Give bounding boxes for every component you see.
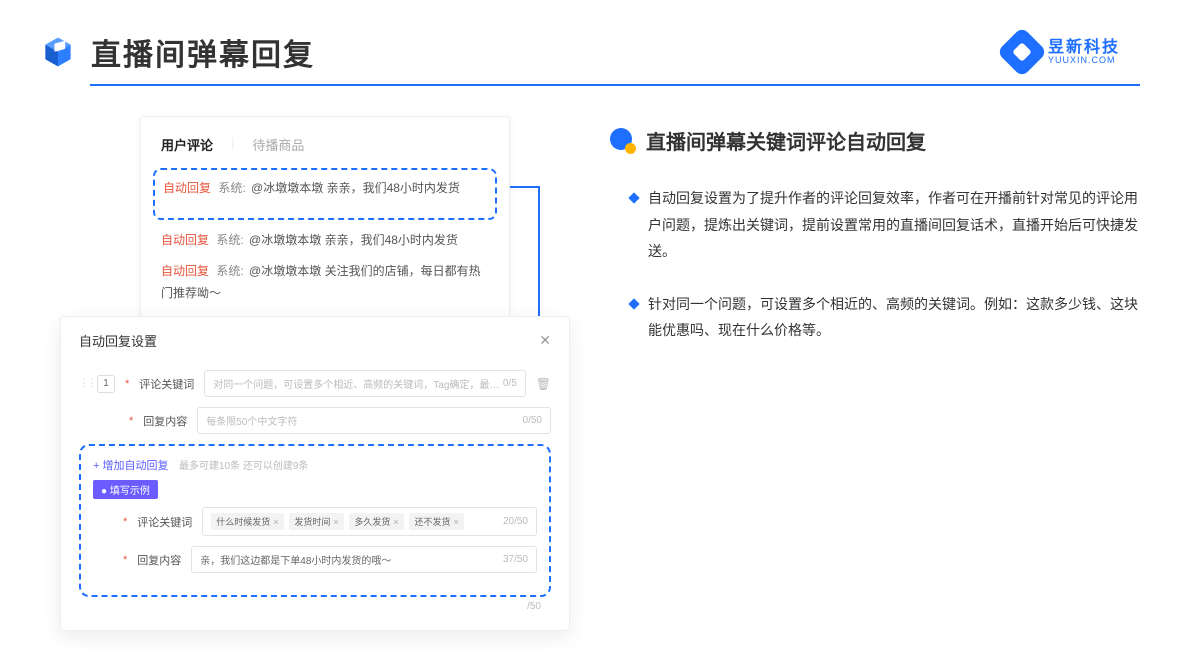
page-title: 直播间弹幕回复 bbox=[91, 30, 315, 74]
required-star-icon: * bbox=[123, 554, 127, 566]
example-content-text: 亲，我们这边都是下单48小时内发货的哦～ bbox=[200, 552, 391, 567]
tab-pending-goods[interactable]: 待播商品 bbox=[252, 135, 304, 154]
auto-reply-badge: 自动回复 bbox=[163, 181, 211, 195]
logo-cube-icon bbox=[40, 34, 76, 70]
bullet-text: 针对同一个问题，可设置多个相近的、高频的关键词。例如：这款多少钱、这块能优惠吗、… bbox=[648, 291, 1140, 344]
auto-reply-badge: 自动回复 bbox=[161, 264, 209, 278]
example-content-row: * 回复内容 亲，我们这边都是下单48小时内发货的哦～ 37/50 bbox=[93, 546, 537, 573]
content-form-row: * 回复内容 每条限50个中文字符 0/50 bbox=[79, 407, 551, 434]
comments-panel: 用户评论 | 待播商品 自动回复 系统: @冰墩墩本墩 亲亲，我们48小时内发货… bbox=[140, 116, 510, 335]
trash-icon[interactable]: 🗑 bbox=[536, 377, 551, 391]
section-title: 直播间弹幕关键词评论自动回复 bbox=[646, 126, 926, 155]
tag-remove-icon[interactable]: × bbox=[273, 517, 278, 527]
close-icon[interactable]: ✕ bbox=[539, 332, 551, 349]
keyword-label: 评论关键词 bbox=[139, 376, 194, 392]
keyword-label: 评论关键词 bbox=[137, 514, 192, 530]
tab-separator: | bbox=[231, 135, 234, 154]
example-keyword-row: * 评论关键词 什么时候发货× 发货时间× 多久发货× 还不发货× 20/50 bbox=[93, 507, 537, 536]
diamond-bullet-icon bbox=[628, 298, 639, 309]
add-auto-reply-link[interactable]: + 增加自动回复 bbox=[93, 460, 168, 472]
settings-title: 自动回复设置 bbox=[79, 331, 157, 350]
bullet-item: 针对同一个问题，可设置多个相近的、高频的关键词。例如：这款多少钱、这块能优惠吗、… bbox=[630, 291, 1140, 344]
tab-user-comments[interactable]: 用户评论 bbox=[161, 135, 213, 154]
example-keyword-counter: 20/50 bbox=[503, 516, 528, 527]
content-input[interactable]: 每条限50个中文字符 0/50 bbox=[197, 407, 551, 434]
add-hint: 最多可建10条 还可以创建9条 bbox=[179, 461, 308, 472]
system-label: 系统: bbox=[218, 181, 245, 195]
keyword-tag[interactable]: 多久发货× bbox=[349, 513, 403, 530]
auto-reply-badge: 自动回复 bbox=[161, 233, 209, 247]
required-star-icon: * bbox=[129, 415, 133, 427]
bubble-icon bbox=[610, 128, 636, 154]
brand-logo: 昱新科技 YUUXIN.COM bbox=[1004, 34, 1120, 70]
content-placeholder: 每条限50个中文字符 bbox=[206, 413, 297, 428]
brand-icon bbox=[997, 27, 1048, 78]
content-counter: 0/50 bbox=[523, 415, 542, 426]
keyword-input[interactable]: 对同一个问题，可设置多个相近、高频的关键词，Tag确定，最多5个 0/5 bbox=[204, 370, 525, 397]
brand-name-en: YUUXIN.COM bbox=[1048, 56, 1120, 65]
comment-text: @冰墩墩本墩 亲亲，我们48小时内发货 bbox=[251, 181, 460, 195]
keyword-tag[interactable]: 什么时候发货× bbox=[211, 513, 283, 530]
bullet-item: 自动回复设置为了提升作者的评论回复效率，作者可在开播前针对常见的评论用户问题，提… bbox=[630, 185, 1140, 265]
keyword-tag[interactable]: 发货时间× bbox=[289, 513, 343, 530]
example-content-input[interactable]: 亲，我们这边都是下单48小时内发货的哦～ 37/50 bbox=[191, 546, 537, 573]
required-star-icon: * bbox=[125, 378, 129, 390]
diamond-bullet-icon bbox=[628, 192, 639, 203]
section-heading: 直播间弹幕关键词评论自动回复 bbox=[610, 126, 1140, 155]
row-number: 1 bbox=[97, 375, 115, 393]
highlighted-comment-row: 自动回复 系统: @冰墩墩本墩 亲亲，我们48小时内发货 bbox=[153, 168, 497, 220]
bullet-text: 自动回复设置为了提升作者的评论回复效率，作者可在开播前针对常见的评论用户问题，提… bbox=[648, 185, 1140, 265]
comment-text: @冰墩墩本墩 亲亲，我们48小时内发货 bbox=[249, 233, 458, 247]
drag-handle-icon[interactable]: ⋮⋮ bbox=[79, 379, 87, 389]
keyword-placeholder: 对同一个问题，可设置多个相近、高频的关键词，Tag确定，最多5个 bbox=[213, 376, 503, 391]
system-label: 系统: bbox=[216, 233, 243, 247]
system-label: 系统: bbox=[216, 264, 243, 278]
auto-reply-settings-panel: 自动回复设置 ✕ ⋮⋮ 1 * 评论关键词 对同一个问题，可设置多个相近、高频的… bbox=[60, 316, 570, 631]
connector-line bbox=[510, 186, 540, 188]
keyword-form-row: ⋮⋮ 1 * 评论关键词 对同一个问题，可设置多个相近、高频的关键词，Tag确定… bbox=[79, 370, 551, 397]
content-label: 回复内容 bbox=[137, 552, 181, 568]
example-keyword-input[interactable]: 什么时候发货× 发货时间× 多久发货× 还不发货× 20/50 bbox=[202, 507, 537, 536]
brand-name-cn: 昱新科技 bbox=[1048, 40, 1120, 56]
tag-remove-icon[interactable]: × bbox=[393, 517, 398, 527]
comment-row: 自动回复 系统: @冰墩墩本墩 关注我们的店铺，每日都有热门推荐呦～ bbox=[161, 261, 489, 304]
tag-remove-icon[interactable]: × bbox=[453, 517, 458, 527]
required-star-icon: * bbox=[123, 516, 127, 528]
keyword-tag[interactable]: 还不发货× bbox=[409, 513, 463, 530]
comment-row: 自动回复 系统: @冰墩墩本墩 亲亲，我们48小时内发货 bbox=[163, 178, 487, 200]
content-label: 回复内容 bbox=[143, 413, 187, 429]
comment-row: 自动回复 系统: @冰墩墩本墩 亲亲，我们48小时内发货 bbox=[161, 230, 489, 252]
example-content-counter: 37/50 bbox=[503, 554, 528, 565]
tag-remove-icon[interactable]: × bbox=[333, 517, 338, 527]
example-highlight-box: + 增加自动回复 最多可建10条 还可以创建9条 ● 填写示例 * 评论关键词 … bbox=[79, 444, 551, 597]
outer-counter: /50 bbox=[79, 601, 551, 612]
example-badge: ● 填写示例 bbox=[93, 480, 158, 499]
keyword-counter: 0/5 bbox=[503, 378, 517, 389]
